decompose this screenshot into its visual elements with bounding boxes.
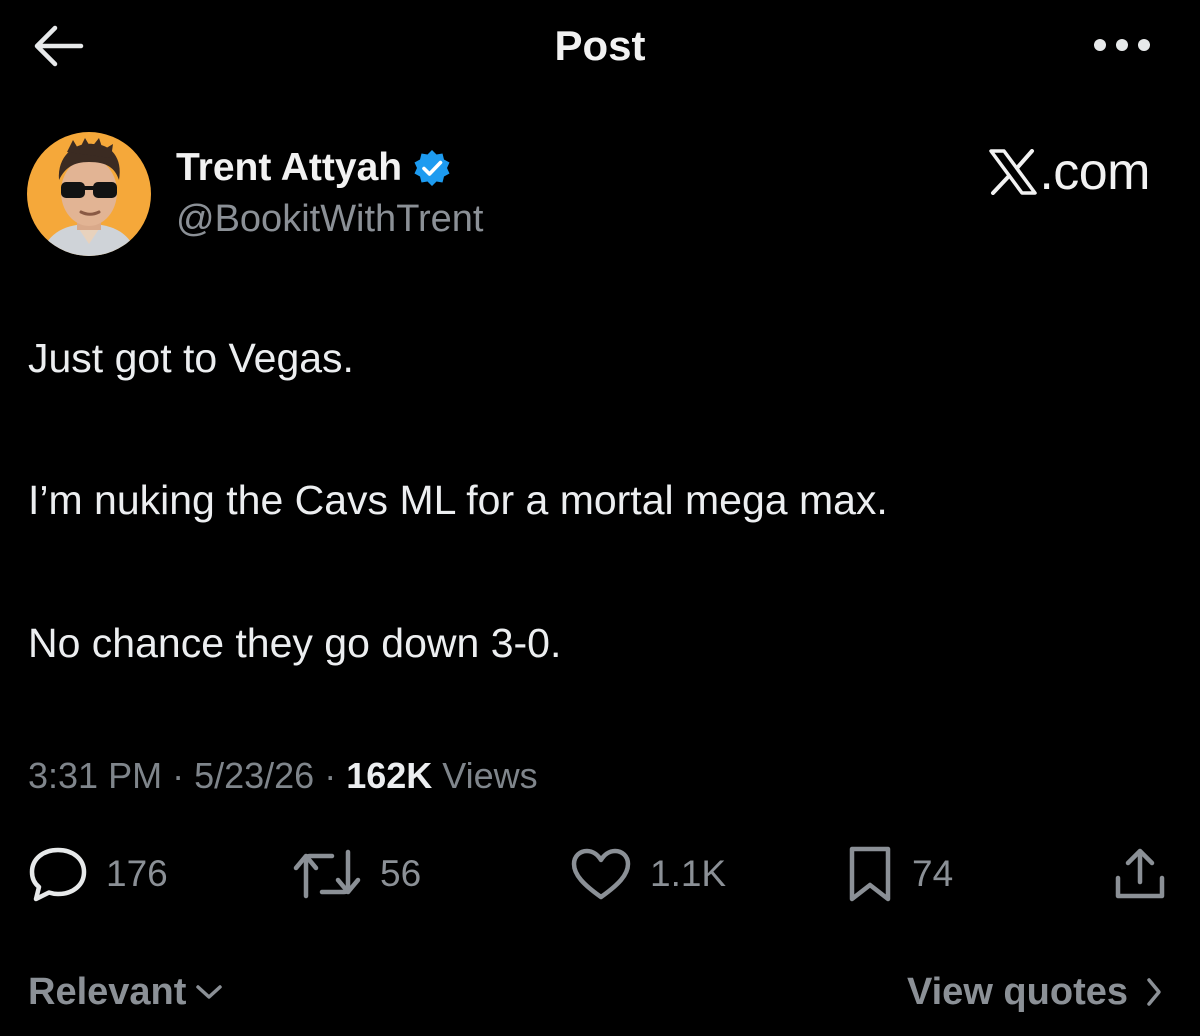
author-name: Trent Attyah bbox=[176, 146, 403, 189]
repost-icon bbox=[293, 849, 361, 899]
tweet-time: 3:31 PM bbox=[28, 755, 163, 796]
share-icon bbox=[1115, 848, 1165, 899]
sort-replies-dropdown[interactable]: Relevant bbox=[28, 966, 224, 1018]
brand-watermark: .com bbox=[940, 140, 1150, 204]
tweet-date: 5/23/26 bbox=[194, 755, 315, 796]
author-name-row[interactable]: Trent Attyah bbox=[176, 142, 452, 194]
arrow-left-icon bbox=[34, 25, 84, 67]
views-label: Views bbox=[432, 755, 538, 796]
bookmark-button[interactable]: 74 bbox=[846, 844, 953, 904]
reply-count: 176 bbox=[106, 853, 168, 894]
bookmark-icon bbox=[849, 846, 891, 902]
share-button[interactable] bbox=[1112, 844, 1168, 904]
author-handle[interactable]: @BookitWithTrent bbox=[176, 196, 483, 242]
bookmark-count: 74 bbox=[912, 853, 954, 894]
chevron-down-icon bbox=[196, 985, 223, 999]
tweet-text-line-1: Just got to Vegas. bbox=[28, 335, 354, 381]
like-count: 1.1K bbox=[650, 853, 727, 894]
view-quotes-link[interactable]: View quotes bbox=[907, 966, 1164, 1018]
meta-separator: · bbox=[314, 755, 347, 796]
reply-button[interactable]: 176 bbox=[28, 844, 168, 904]
views-count[interactable]: 162K bbox=[346, 755, 432, 796]
reply-icon bbox=[29, 847, 87, 902]
more-button[interactable] bbox=[1082, 20, 1162, 70]
page-title: Post bbox=[554, 22, 646, 69]
tweet-text-line-3: No chance they go down 3-0. bbox=[28, 620, 562, 666]
avatar[interactable] bbox=[27, 132, 151, 256]
tweet-text-line-2: I’m nuking the Cavs ML for a mortal mega… bbox=[28, 477, 888, 523]
repost-count: 56 bbox=[380, 853, 422, 894]
sort-label: Relevant bbox=[28, 970, 187, 1013]
x-logo-icon bbox=[989, 149, 1038, 195]
view-quotes-label: View quotes bbox=[906, 970, 1128, 1013]
tweet-meta: 3:31 PM · 5/23/26 · 162K Views bbox=[28, 752, 538, 800]
more-horizontal-icon bbox=[1094, 39, 1150, 51]
repost-button[interactable]: 56 bbox=[292, 844, 421, 904]
brand-suffix: .com bbox=[1039, 143, 1150, 201]
heart-icon bbox=[571, 848, 631, 900]
verified-badge-icon bbox=[414, 150, 450, 186]
meta-separator: · bbox=[162, 755, 195, 796]
like-button[interactable]: 1.1K bbox=[570, 844, 726, 904]
profile-photo bbox=[27, 132, 151, 256]
back-button[interactable] bbox=[28, 18, 88, 74]
chevron-right-icon bbox=[1147, 978, 1161, 1006]
